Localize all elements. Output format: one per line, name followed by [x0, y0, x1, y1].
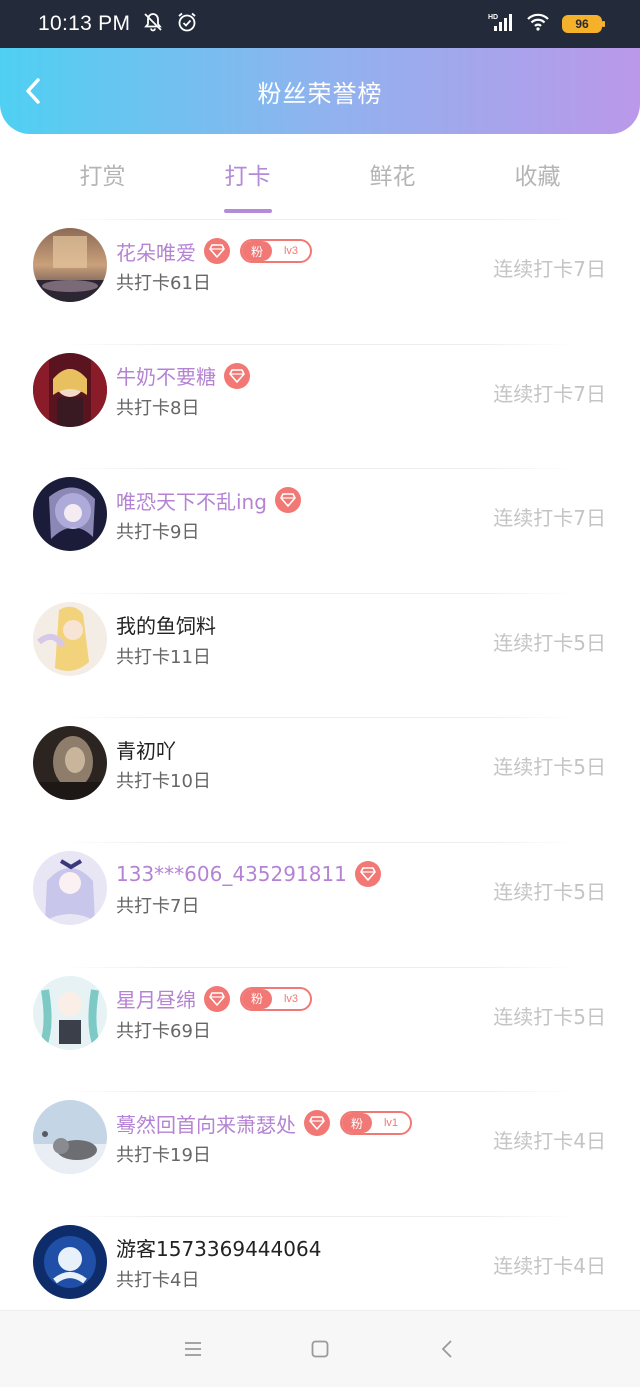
divider [60, 1215, 580, 1217]
svg-text:HD: HD [488, 14, 498, 21]
back-button[interactable] [20, 74, 48, 108]
list-item[interactable]: 花朵唯爱 粉 lv3 共打卡61日 连续打卡7日 [0, 219, 640, 344]
tab-favorites[interactable]: 收藏 [468, 147, 608, 207]
tab-bar: 打赏 打卡 鲜花 收藏 [0, 134, 640, 220]
divider [60, 841, 580, 843]
menu-icon [185, 1342, 202, 1356]
system-nav-bar [0, 1310, 640, 1387]
tab-label: 鲜花 [369, 164, 416, 190]
fan-badge-label: 粉 [242, 241, 272, 261]
divider [60, 343, 580, 345]
streak-days: 连续打卡5日 [493, 879, 606, 904]
total-checkins: 共打卡19日 [116, 1145, 211, 1167]
total-checkins: 共打卡61日 [116, 273, 211, 294]
diamond-icon [224, 362, 250, 389]
tab-label: 打赏 [79, 164, 126, 190]
back-nav-button[interactable] [427, 1329, 467, 1369]
status-time: 10:13 PM [38, 12, 131, 35]
tab-label: 打卡 [224, 164, 271, 190]
divider [60, 468, 580, 470]
user-name[interactable]: 游客1573369444064 [116, 1233, 321, 1262]
user-name[interactable]: 我的鱼饲料 [116, 610, 216, 639]
mute-bell-icon [142, 11, 164, 38]
status-bar: 10:13 PM HD 96 [0, 0, 640, 48]
avatar[interactable] [33, 352, 107, 427]
diamond-icon [304, 1110, 330, 1137]
user-name[interactable]: 133***606_435291811 [116, 862, 347, 886]
avatar[interactable] [33, 477, 107, 552]
streak-days: 连续打卡5日 [493, 755, 606, 780]
avatar[interactable] [33, 601, 107, 676]
fan-level-badge: 粉 lv3 [240, 239, 312, 263]
total-checkins: 共打卡69日 [116, 1020, 211, 1042]
divider [60, 717, 580, 719]
battery-level: 96 [575, 17, 589, 31]
list-item[interactable]: 青初吖 共打卡10日 连续打卡5日 [0, 717, 640, 842]
list-item[interactable]: 唯恐天下不乱ing 共打卡9日 连续打卡7日 [0, 468, 640, 593]
avatar[interactable] [33, 850, 107, 925]
total-checkins: 共打卡8日 [116, 397, 200, 419]
avatar[interactable] [33, 1100, 107, 1175]
back-triangle-icon [441, 1340, 452, 1358]
streak-days: 连续打卡5日 [493, 1004, 606, 1029]
total-checkins: 共打卡11日 [116, 646, 211, 668]
list-item[interactable]: 蓦然回首向来萧瑟处 粉 lv1 共打卡19日 连续打卡4日 [0, 1091, 640, 1216]
fan-level-badge: 粉 lv1 [340, 1111, 412, 1136]
diamond-icon [274, 487, 301, 514]
divider [60, 966, 580, 968]
streak-days: 连续打卡7日 [493, 506, 606, 531]
user-name[interactable]: 唯恐天下不乱ing [116, 486, 267, 515]
user-name[interactable]: 花朵唯爱 [116, 237, 196, 266]
diamond-icon [354, 860, 381, 887]
total-checkins: 共打卡9日 [116, 522, 200, 544]
alarm-icon [176, 11, 198, 38]
header: 粉丝荣誉榜 [0, 48, 640, 134]
fan-level: lv1 [383, 1117, 399, 1130]
total-checkins: 共打卡4日 [116, 1269, 200, 1291]
fan-list: 花朵唯爱 粉 lv3 共打卡61日 连续打卡7日 牛奶不要糖 共打卡8日 连续打… [0, 219, 640, 1340]
tab-checkin[interactable]: 打卡 [178, 147, 318, 213]
home-button[interactable] [300, 1329, 340, 1369]
diamond-icon [204, 985, 230, 1012]
tab-reward[interactable]: 打赏 [33, 147, 173, 207]
streak-days: 连续打卡4日 [493, 1253, 606, 1278]
fan-badge-label: 粉 [342, 1113, 372, 1134]
streak-days: 连续打卡7日 [493, 381, 606, 406]
user-name[interactable]: 星月昼绵 [116, 984, 196, 1013]
list-item[interactable]: 我的鱼饲料 共打卡11日 连续打卡5日 [0, 592, 640, 718]
fan-badge-label: 粉 [242, 988, 272, 1009]
home-square-icon [311, 1340, 329, 1358]
avatar[interactable] [33, 1224, 107, 1299]
streak-days: 连续打卡4日 [493, 1129, 606, 1154]
divider [60, 592, 580, 594]
list-item[interactable]: 133***606_435291811 共打卡7日 连续打卡5日 [0, 841, 640, 967]
fan-level: lv3 [283, 245, 299, 257]
tab-label: 收藏 [514, 164, 561, 190]
list-item[interactable]: 牛奶不要糖 共打卡8日 连续打卡7日 [0, 343, 640, 469]
divider [60, 219, 580, 220]
battery-icon: 96 [562, 15, 605, 33]
user-name[interactable]: 青初吖 [116, 735, 176, 764]
fan-level-badge: 粉 lv3 [240, 986, 312, 1011]
diamond-icon [204, 238, 230, 264]
back-chevron-icon [26, 78, 40, 104]
signal-icon: HD [488, 12, 514, 36]
fan-level: lv3 [283, 992, 299, 1005]
avatar[interactable] [33, 228, 107, 302]
user-name[interactable]: 蓦然回首向来萧瑟处 [116, 1109, 296, 1138]
avatar[interactable] [33, 975, 107, 1050]
active-tab-indicator [223, 209, 272, 213]
page-title: 粉丝荣誉榜 [257, 79, 383, 108]
user-name[interactable]: 牛奶不要糖 [116, 361, 216, 390]
avatar[interactable] [33, 726, 107, 801]
divider [60, 1091, 580, 1093]
list-item[interactable]: 星月昼绵 粉 lv3 共打卡69日 连续打卡5日 [0, 966, 640, 1092]
menu-button[interactable] [173, 1329, 213, 1369]
wifi-icon [526, 12, 550, 36]
total-checkins: 共打卡7日 [116, 895, 200, 917]
streak-days: 连续打卡5日 [493, 630, 606, 655]
streak-days: 连续打卡7日 [493, 257, 606, 281]
total-checkins: 共打卡10日 [116, 771, 211, 793]
tab-flowers[interactable]: 鲜花 [323, 147, 463, 207]
